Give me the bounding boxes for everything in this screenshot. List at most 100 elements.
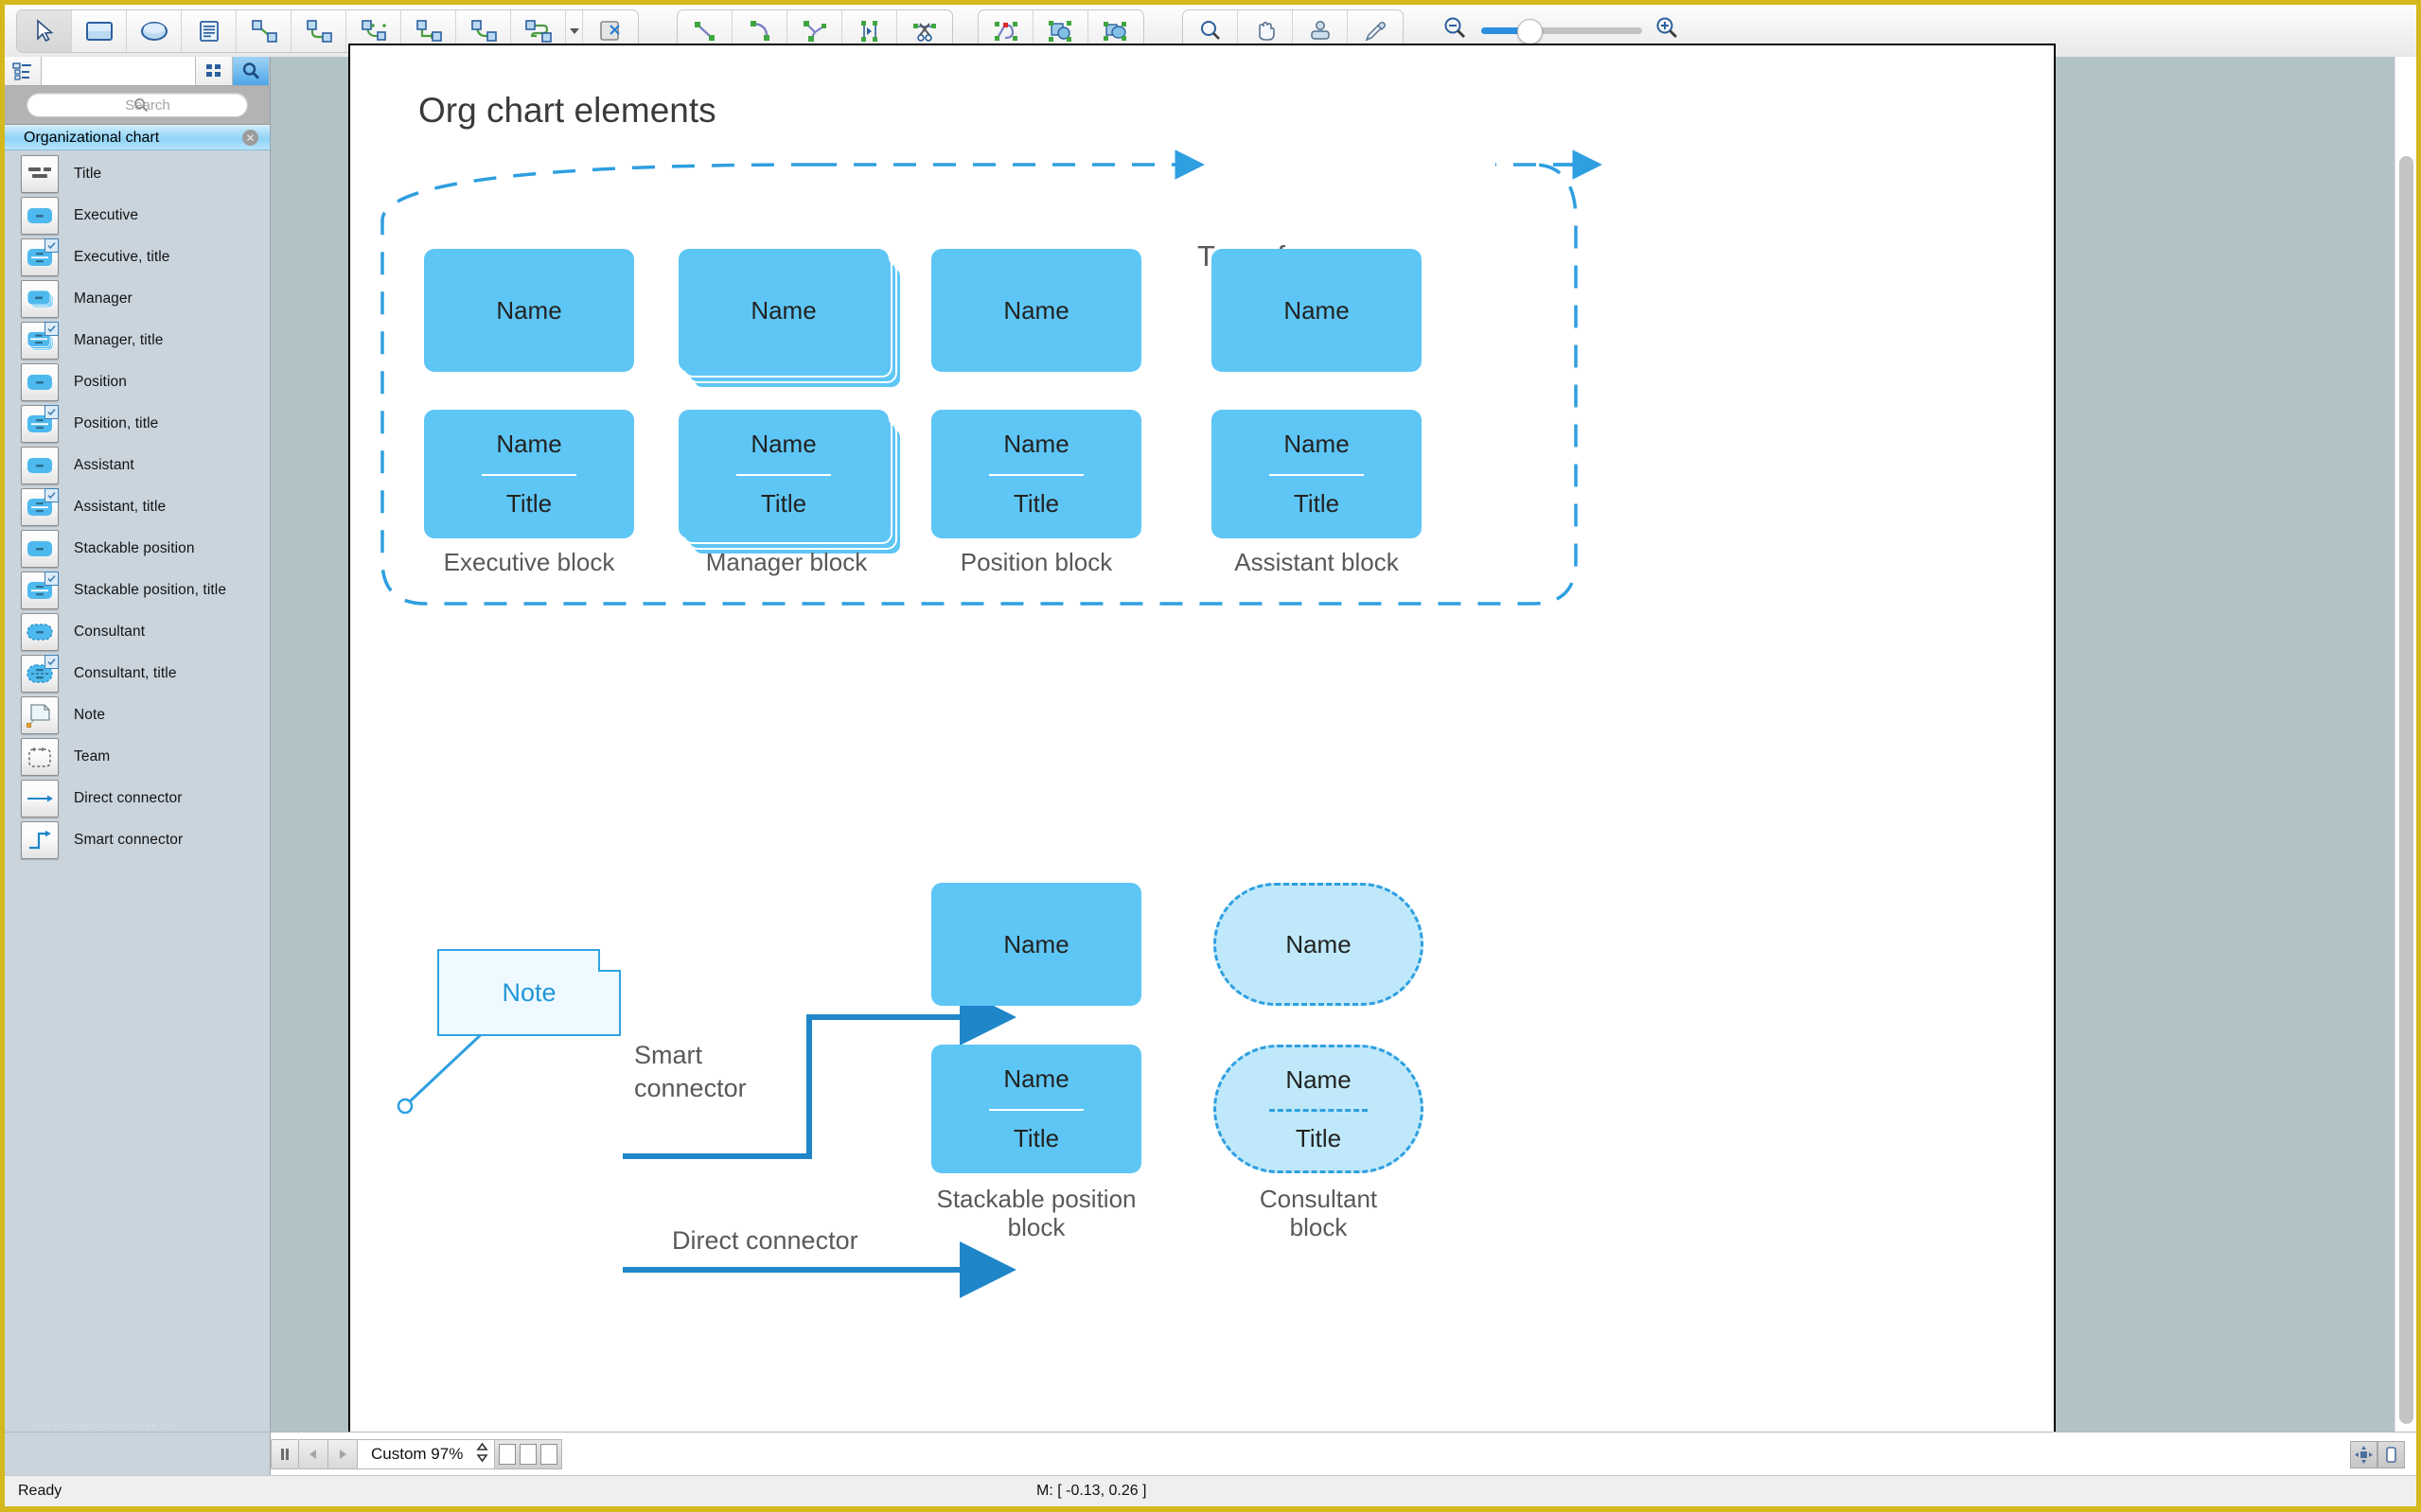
search-input[interactable]: Search <box>27 93 248 117</box>
shape-list-item[interactable]: Executive <box>5 195 270 237</box>
zoom-out-icon[interactable] <box>1441 15 1470 46</box>
manager-name-stack[interactable]: Name <box>679 249 906 389</box>
stackable-position-shape-icon[interactable] <box>21 530 59 568</box>
position-shape-icon[interactable] <box>21 363 59 401</box>
shape-list-item[interactable]: Assistant, title <box>5 486 270 528</box>
stackable-title-box[interactable]: Name Title <box>931 1045 1141 1173</box>
shape-list-item[interactable]: Manager, title <box>5 320 270 361</box>
page-thumbnails[interactable] <box>495 1439 563 1469</box>
curve-connector-tool-button[interactable] <box>292 9 346 52</box>
page-thumb[interactable] <box>520 1444 538 1465</box>
title-shape-icon[interactable] <box>21 155 59 193</box>
canvas-vertical-scrollbar[interactable] <box>2394 57 2416 1433</box>
search-view-tab[interactable] <box>233 57 270 85</box>
shape-list-item[interactable]: Stackable position <box>5 528 270 570</box>
zoom-slider-knob[interactable] <box>1517 19 1543 44</box>
stackable-name-box[interactable]: Name <box>931 883 1141 1006</box>
pointer-tool-button[interactable] <box>17 9 72 52</box>
stepper-icon[interactable] <box>476 1442 488 1468</box>
zoom-in-icon[interactable] <box>1653 15 1682 46</box>
manager-shape-icon[interactable] <box>21 280 59 318</box>
direct-connector-tool-button[interactable] <box>237 9 292 52</box>
library-name-field[interactable] <box>42 57 196 85</box>
smart-connector-shape-icon[interactable] <box>21 821 59 859</box>
canvas-scroll-thumb[interactable] <box>2399 156 2413 1424</box>
executive-title-box[interactable]: Name Title <box>424 410 634 538</box>
stackable-position-title-shape-icon[interactable] <box>21 571 59 609</box>
assistant-title-shape-icon[interactable] <box>21 488 59 526</box>
shape-list-item[interactable]: Assistant <box>5 445 270 486</box>
ellipse-tool-button[interactable] <box>127 9 182 52</box>
assistant-divider <box>1269 474 1364 476</box>
zoom-status-strip: Custom 97% <box>5 1432 2416 1476</box>
executive-nt-name: Name <box>496 430 562 458</box>
team-shape-icon[interactable] <box>21 738 59 776</box>
page-thumb[interactable] <box>499 1444 517 1465</box>
position-block-caption: Position block <box>960 548 1113 576</box>
title-variant-badge-icon <box>44 238 59 253</box>
grid-view-tab[interactable] <box>196 57 233 85</box>
consultant-title-shape-icon[interactable] <box>21 655 59 693</box>
direct-connector-shape-icon[interactable] <box>21 780 59 818</box>
assistant-name-box[interactable]: Name <box>1211 249 1422 372</box>
shape-list-item[interactable]: Team <box>5 736 270 778</box>
consultant-nt-name: Name <box>1285 1064 1352 1094</box>
rectangle-tool-button[interactable] <box>72 9 127 52</box>
shape-list-item[interactable]: Manager <box>5 278 270 320</box>
shape-list-item[interactable]: Direct connector <box>5 778 270 819</box>
close-icon[interactable]: ✕ <box>242 130 258 146</box>
shape-list-item-label: Manager <box>74 290 133 307</box>
prev-page-icon[interactable] <box>299 1439 328 1469</box>
assistant-title-box[interactable]: Name Title <box>1211 410 1422 538</box>
shape-list-item[interactable]: Smart connector <box>5 819 270 861</box>
shape-list-item[interactable]: Title <box>5 153 270 195</box>
note-shape-icon[interactable] <box>21 696 59 734</box>
assistant-nt-name: Name <box>1283 430 1350 458</box>
stackable-divider <box>989 1109 1084 1111</box>
position-name-box[interactable]: Name <box>931 249 1141 372</box>
search-bar: Search <box>5 86 270 125</box>
shape-list-item[interactable]: Position, title <box>5 403 270 445</box>
consultant-shape-icon[interactable] <box>21 613 59 651</box>
stackable-nt-title: Title <box>1013 1124 1060 1152</box>
canvas-area[interactable]: Org chart elements Name Name Name Name N… <box>271 44 2416 1448</box>
tree-view-tab[interactable] <box>5 57 42 85</box>
shape-list-item[interactable]: Stackable position, title <box>5 570 270 611</box>
manager-title-stack[interactable]: Name Title <box>679 410 906 555</box>
executive-shape-icon[interactable] <box>21 197 59 235</box>
manager-name-box[interactable]: Name <box>679 249 889 372</box>
shape-list-item[interactable]: Consultant, title <box>5 653 270 694</box>
assistant-shape-icon[interactable] <box>21 447 59 484</box>
shape-list[interactable]: Title Executive Executive, title Manager Man… <box>5 148 270 1433</box>
consultant-title-shape[interactable]: Name Title <box>1213 1045 1423 1173</box>
position-title-box[interactable]: Name Title <box>931 410 1141 538</box>
fit-page-icon[interactable] <box>2350 1440 2377 1468</box>
zoom-slider[interactable] <box>1481 19 1642 44</box>
shape-list-item[interactable]: Consultant <box>5 611 270 653</box>
title-variant-badge-icon <box>44 405 59 419</box>
manager-block-caption: Manager block <box>705 548 868 576</box>
note-shape[interactable]: Note <box>437 949 621 1036</box>
zoom-level-selector[interactable]: Custom 97% <box>358 1439 496 1469</box>
shape-list-item[interactable]: Position <box>5 361 270 403</box>
consultant-divider <box>1269 1108 1368 1112</box>
page-thumb[interactable] <box>540 1444 558 1465</box>
executive-title-shape-icon[interactable] <box>21 238 59 276</box>
executive-block-caption: Executive block <box>443 548 615 576</box>
status-message: Ready <box>18 1483 62 1499</box>
stackable-block-caption: Stackable position block <box>936 1185 1137 1241</box>
pause-icon[interactable] <box>271 1439 299 1469</box>
executive-name-box[interactable]: Name <box>424 249 634 372</box>
shape-list-item[interactable]: Executive, title <box>5 237 270 278</box>
consultant-name-shape[interactable]: Name <box>1213 883 1423 1006</box>
consultant-nt-title: Title <box>1295 1123 1342 1152</box>
assistant-name-text: Name <box>1283 295 1350 325</box>
text-tool-button[interactable] <box>182 9 237 52</box>
manager-title-shape-icon[interactable] <box>21 322 59 360</box>
manager-title-box[interactable]: Name Title <box>679 410 889 538</box>
shape-list-item[interactable]: Note <box>5 694 270 736</box>
document-page[interactable]: Org chart elements Name Name Name Name N… <box>348 44 2056 1448</box>
next-page-icon[interactable] <box>328 1439 358 1469</box>
single-page-icon[interactable] <box>2377 1440 2405 1468</box>
position-title-shape-icon[interactable] <box>21 405 59 443</box>
